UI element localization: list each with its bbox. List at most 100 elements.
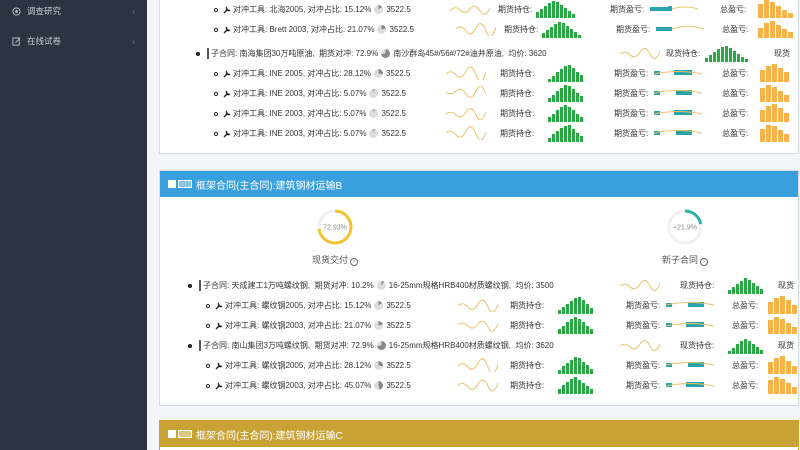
contract-badge-icon <box>205 48 209 59</box>
list-bullet <box>214 27 218 32</box>
spot-bars <box>728 276 763 294</box>
total-pnl-bars <box>760 64 789 82</box>
list-bullet <box>196 51 200 56</box>
list-bullet <box>214 7 218 12</box>
subcontract-row: 子合同: 南海集团30万吨原油, 期货对冲: 72.9% 南沙群岛45#/56#/… <box>160 43 800 63</box>
pnl-bars <box>666 322 714 327</box>
list-bullet <box>214 131 218 136</box>
panel-header[interactable]: 框架合同(主合同):建筑钢材运输B <box>160 171 798 197</box>
sparkline <box>446 86 486 98</box>
contract-badge-icon <box>197 280 201 291</box>
pie-icon <box>377 25 387 34</box>
sparkline <box>446 66 486 80</box>
holding-bars <box>548 64 583 82</box>
survey-icon <box>12 6 21 16</box>
hedge-ratio: 15.12% <box>344 301 372 310</box>
pie-icon <box>374 361 384 370</box>
gauge-ring: +21.9% <box>667 209 703 245</box>
avg-price: 均价: 3500 <box>515 281 554 290</box>
wrench-icon <box>215 362 223 369</box>
pnl-bars <box>656 26 704 31</box>
subcontract-name: 天成建工1万吨螺纹钢 <box>231 281 308 290</box>
hedge-ratio: 45.07% <box>344 381 372 390</box>
sidebar-item-label: 在线试卷 <box>27 36 62 46</box>
pnl-bars <box>654 70 702 75</box>
sparkline <box>458 358 498 372</box>
sparkline <box>450 5 490 15</box>
wrench-icon <box>223 26 231 33</box>
hedge-ratio: 5.07% <box>343 129 367 138</box>
total-pnl-bars <box>758 20 793 38</box>
pie-icon <box>369 129 379 138</box>
gauge-label: 新子合同 <box>661 255 698 265</box>
new-subcontract-gauge: +21.9% 新子合同 › <box>650 207 720 266</box>
gauge-value: 72.93% <box>323 225 347 232</box>
list-bullet <box>188 343 192 348</box>
pie-icon <box>369 109 379 118</box>
pie-icon <box>376 341 386 350</box>
main-content: 对冲工具: 北海2005, 对冲占比: 15.12% 3522.5 期货持仓: 期… <box>147 0 800 450</box>
product-spec: 南沙群岛45#/56#/72#油井原油 <box>393 49 502 58</box>
wrench-icon <box>223 130 231 137</box>
sparkline <box>620 280 660 291</box>
arrow-right-icon[interactable]: › <box>700 258 708 266</box>
pnl-bars <box>654 130 702 135</box>
hedge-row: 对冲工具: 北海2005, 对冲占比: 15.12% 3522.5 期货持仓: 期… <box>160 0 800 19</box>
hedge-tool-name: INE 2005 <box>269 69 303 78</box>
hedge-row: 对冲工具: 螺纹钢2005, 对冲占比: 15.12% 3522.5 期货持仓: … <box>160 295 800 315</box>
list-bullet <box>214 111 218 116</box>
gauge-ring: 72.93% <box>317 209 353 245</box>
total-pnl-bars <box>768 296 797 314</box>
panel-header[interactable]: 框架合同(主合同):建筑钢材运输C <box>160 421 798 447</box>
hedge-row: 对冲工具: INE 2005, 对冲占比: 28.12% 3522.5 期货持仓:… <box>160 63 800 83</box>
sidebar-item-online-exam[interactable]: 在线试卷 ‹ <box>0 30 147 52</box>
total-pnl-bars <box>760 84 789 102</box>
hedge-tool-name: 螺纹钢2005 <box>261 361 304 370</box>
list-bullet <box>214 91 218 96</box>
list-bullet <box>206 363 210 368</box>
hedge-tool-name: Brett 2003 <box>269 25 307 34</box>
pie-icon <box>374 381 384 390</box>
avg-price: 均价: 3620 <box>515 341 554 350</box>
total-pnl-bars <box>768 316 797 334</box>
total-pnl-bars <box>768 356 797 374</box>
holding-bars <box>558 376 593 394</box>
hedge-ratio: 5.07% <box>343 89 367 98</box>
hedge-tool-name: 北海2005 <box>269 5 304 14</box>
hedge-tool-name: 螺纹钢2003 <box>261 381 304 390</box>
pnl-bars <box>654 110 702 115</box>
sparkline <box>458 320 498 332</box>
wrench-icon <box>223 6 231 13</box>
wrench-icon <box>223 110 231 117</box>
sidebar: 调查研究 ‹ 在线试卷 ‹ <box>0 0 147 450</box>
wrench-icon <box>215 322 223 329</box>
sparkline <box>446 108 486 120</box>
holding-bars <box>558 356 593 374</box>
total-pnl-bars <box>760 104 789 122</box>
holding-bars <box>558 316 593 334</box>
pie-icon <box>374 321 384 330</box>
pnl-bars <box>650 6 698 11</box>
product-spec: 16-25mm规格HRB400材质螺纹钢 <box>388 281 509 290</box>
hedge-row: 对冲工具: INE 2003, 对冲占比: 5.07% 3522.5 期货持仓: … <box>160 83 800 103</box>
wrench-icon <box>223 90 231 97</box>
list-bullet <box>206 303 210 308</box>
contract-badge-icon <box>197 340 201 351</box>
sidebar-item-survey[interactable]: 调查研究 ‹ <box>0 0 147 22</box>
hedge-ratio: 21.07% <box>344 321 372 330</box>
pie-icon <box>381 49 391 58</box>
pie-icon <box>374 5 384 14</box>
product-spec: 16-25mm规格HRB400材质螺纹钢 <box>388 341 509 350</box>
holding-bars <box>548 104 583 122</box>
holding-bars <box>558 296 593 314</box>
total-pnl-bars <box>760 124 789 142</box>
hedge-row: 对冲工具: 螺纹钢2003, 对冲占比: 45.07% 3522.5 期货持仓: … <box>160 375 800 395</box>
spot-bars <box>728 336 763 354</box>
hedge-tool-name: INE 2003 <box>269 129 303 138</box>
contract-badge-icon <box>168 180 192 188</box>
list-bullet <box>206 323 210 328</box>
arrow-right-icon[interactable]: › <box>350 258 358 266</box>
gauge-value: +21.9% <box>673 225 697 232</box>
pnl-bars <box>654 90 702 95</box>
list-bullet <box>214 71 218 76</box>
